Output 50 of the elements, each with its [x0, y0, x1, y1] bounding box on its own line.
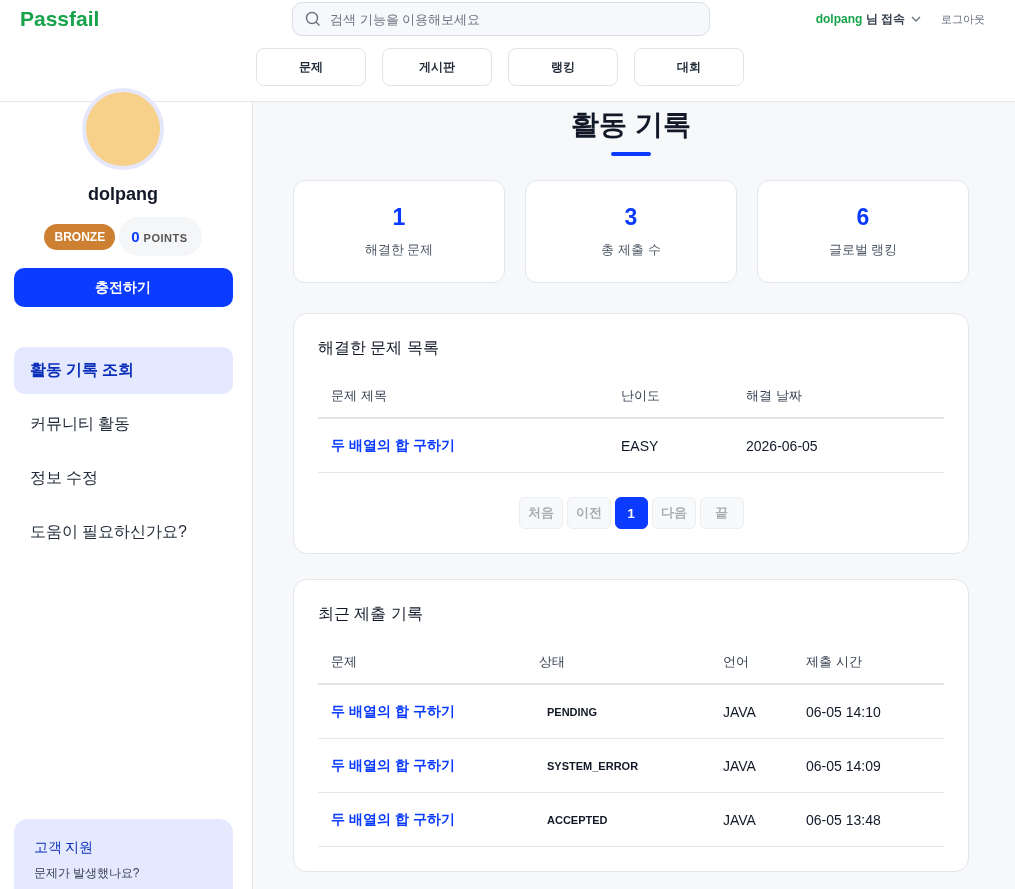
column-header: 해결 날짜 — [733, 377, 944, 419]
username: dolpang — [88, 184, 158, 205]
sidebar-item[interactable]: 도움이 필요하신가요? — [13, 509, 233, 556]
sidebar-item[interactable]: 활동 기록 조회 — [13, 347, 233, 394]
stat-value: 1 — [392, 204, 406, 231]
column-header: 언어 — [710, 643, 793, 685]
page-title: 활동 기록 — [570, 108, 692, 142]
table-cell: JAVA — [710, 685, 793, 739]
stat-label: 글로벌 랭킹 — [828, 241, 898, 259]
table-cell: 06-05 13:48 — [793, 793, 944, 847]
search-field[interactable]: 검색 기능을 이용해보세요 — [292, 2, 710, 36]
problem-link[interactable]: 두 배열의 합 구하기 — [318, 419, 608, 473]
nav-button[interactable]: 문제 — [255, 48, 366, 86]
table-cell: JAVA — [710, 793, 793, 847]
stat-label: 해결한 문제 — [364, 241, 434, 259]
stat-label: 총 제출 수 — [601, 241, 661, 259]
sidebar-item[interactable]: 정보 수정 — [13, 455, 233, 502]
nav-button[interactable]: 대회 — [633, 48, 744, 86]
problem-link[interactable]: 두 배열의 합 구하기 — [318, 739, 526, 793]
column-header: 상태 — [526, 643, 710, 685]
user-menu[interactable]: dolpang 님 접속 — [815, 10, 905, 28]
column-header: 문제 제목 — [318, 377, 608, 419]
status-text: ACCEPTED — [526, 793, 710, 847]
page-button[interactable]: 1 — [614, 497, 648, 529]
support-title: 고객 지원 — [33, 839, 95, 857]
nav-button[interactable]: 랭킹 — [507, 48, 618, 86]
chevron-down-icon[interactable] — [911, 16, 921, 22]
stat-value: 6 — [856, 204, 870, 231]
card-title: 해결한 문제 목록 — [318, 338, 440, 358]
column-header: 난이도 — [608, 377, 733, 419]
support-text: 문제가 발생했나요? — [33, 865, 141, 882]
nav-button[interactable]: 게시판 — [381, 48, 492, 86]
charge-button[interactable]: 충전하기 — [13, 268, 233, 307]
logout-link[interactable]: 로그아웃 — [941, 11, 985, 27]
status-text: PENDING — [526, 685, 710, 739]
problem-link[interactable]: 두 배열의 합 구하기 — [318, 793, 526, 847]
table-cell: 06-05 14:10 — [793, 685, 944, 739]
problem-link[interactable]: 두 배열의 합 구하기 — [318, 685, 526, 739]
tier-badge: BRONZE — [44, 223, 116, 250]
table-cell: JAVA — [710, 739, 793, 793]
stat-value: 3 — [624, 204, 638, 231]
column-header: 제출 시간 — [793, 643, 944, 685]
status-text: SYSTEM_ERROR — [526, 739, 710, 793]
table-cell: EASY — [608, 419, 733, 473]
column-header: 문제 — [318, 643, 526, 685]
sidebar-item[interactable]: 커뮤니티 활동 — [13, 401, 233, 448]
points-badge: 0 POINTS — [119, 217, 202, 256]
card-title: 최근 제출 기록 — [318, 604, 424, 624]
table-cell: 06-05 14:09 — [793, 739, 944, 793]
table-cell: 2026-06-05 — [733, 419, 944, 473]
